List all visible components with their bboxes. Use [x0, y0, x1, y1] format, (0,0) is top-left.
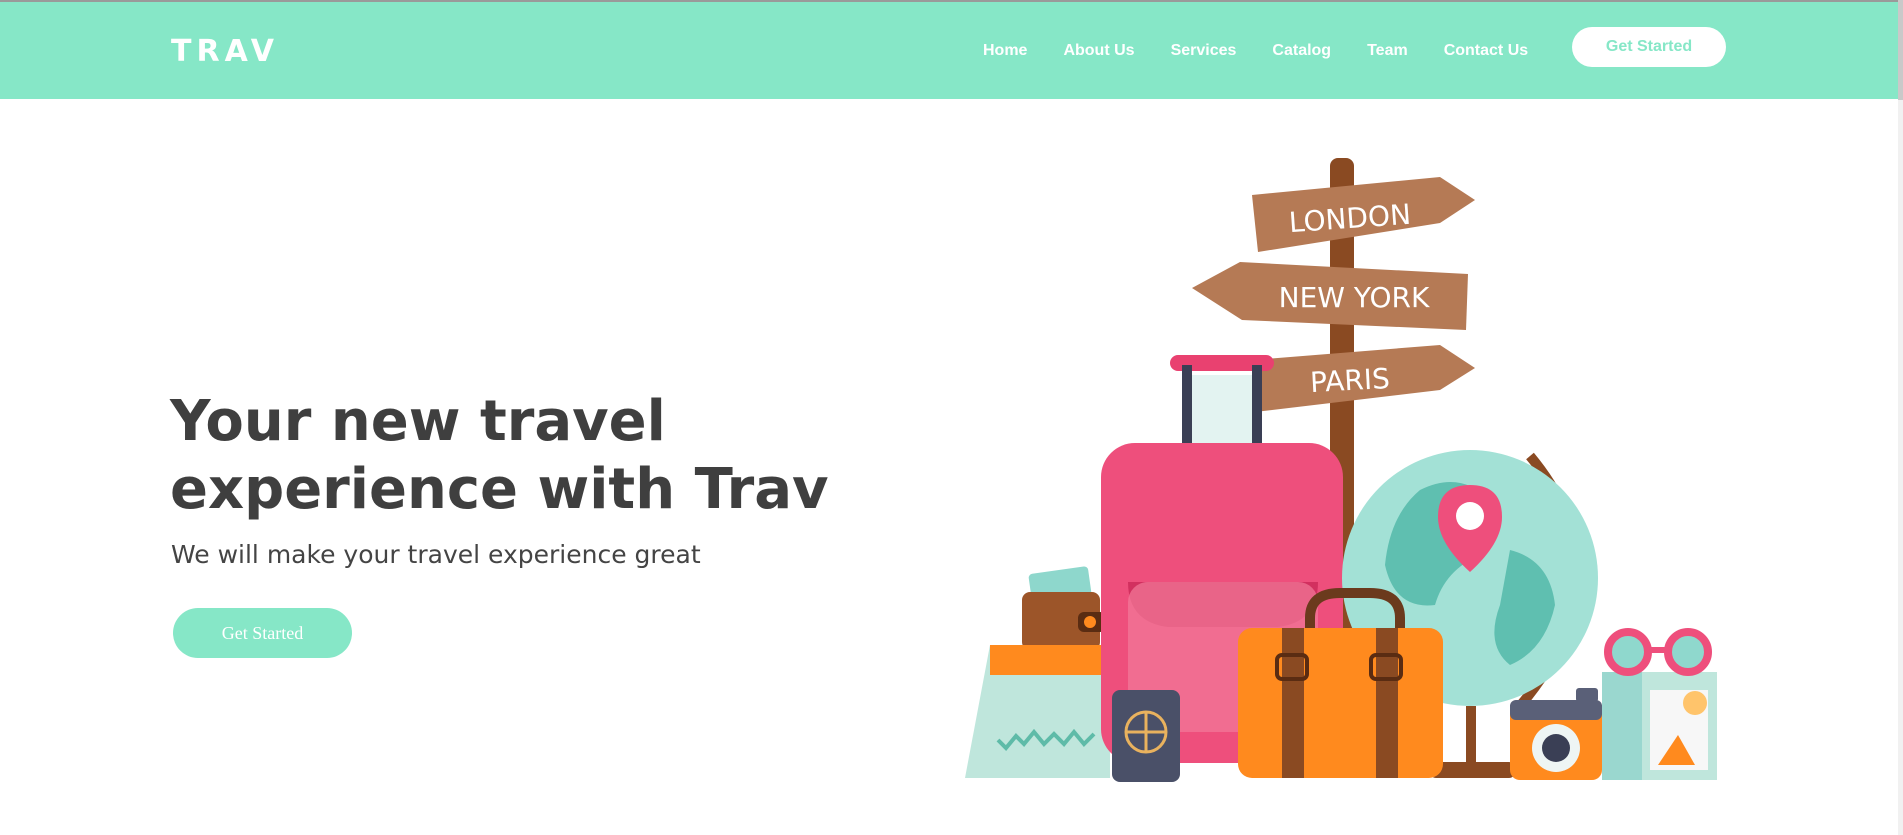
passport-icon: [1112, 690, 1180, 782]
photo-frames-icon: [1602, 672, 1717, 780]
camera-icon: [1510, 688, 1602, 780]
nav-team[interactable]: Team: [1367, 42, 1408, 60]
sign-paris-label: PARIS: [1309, 362, 1390, 399]
nav-home[interactable]: Home: [983, 42, 1027, 60]
sunglasses-icon: [1604, 628, 1712, 676]
page-scrollbar[interactable]: [1898, 0, 1903, 835]
sign-new-york: NEW YORK: [1192, 262, 1468, 330]
calendar-icon: [965, 645, 1110, 778]
top-navbar: TRAV Home About Us Services Catalog Team…: [0, 0, 1898, 99]
sign-london: LONDON: [1252, 177, 1475, 252]
nav-contact-us[interactable]: Contact Us: [1444, 42, 1528, 60]
wallet-icon: [1022, 566, 1106, 650]
sign-new-york-label: NEW YORK: [1279, 281, 1430, 314]
hero-subtitle: We will make your travel experience grea…: [171, 540, 701, 569]
travel-illustration: LONDON NEW YORK PARIS: [965, 158, 1717, 782]
nav-about-us[interactable]: About Us: [1063, 42, 1134, 60]
main-nav: Home About Us Services Catalog Team Cont…: [983, 38, 1564, 64]
sign-paris: PARIS: [1252, 345, 1475, 412]
brand-logo[interactable]: TRAV: [171, 34, 279, 69]
nav-catalog[interactable]: Catalog: [1272, 42, 1331, 60]
header-get-started-button[interactable]: Get Started: [1572, 27, 1726, 67]
hero-title: Your new travel experience with Trav: [170, 389, 829, 522]
nav-services[interactable]: Services: [1171, 42, 1237, 60]
hero-get-started-button[interactable]: Get Started: [173, 608, 352, 658]
